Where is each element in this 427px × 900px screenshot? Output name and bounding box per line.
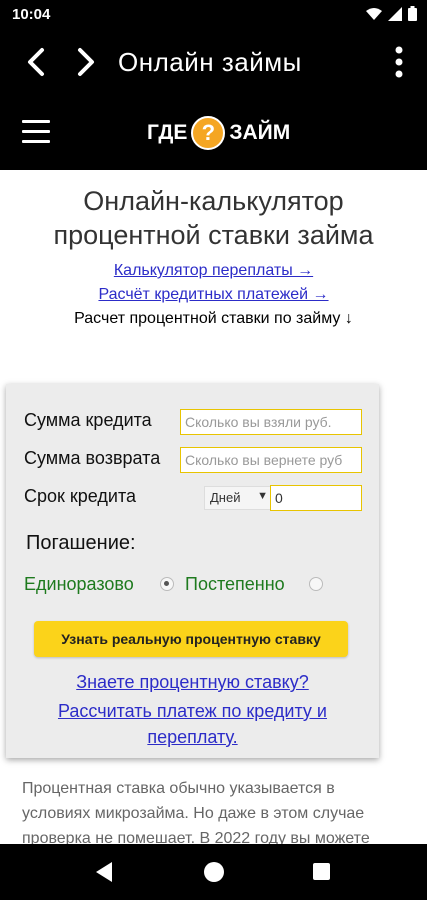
wifi-icon <box>366 7 382 20</box>
logo-text-right: ЗАЙМ <box>229 121 291 144</box>
site-header: ГДЕ ? ЗАЙМ <box>0 96 427 170</box>
app-title: Онлайн займы <box>118 47 302 77</box>
repayment-heading: Погашение: <box>26 532 136 554</box>
current-section-label: Расчет процентной ставки по займу ↓ <box>74 310 353 327</box>
option-gradual-label[interactable]: Постепенно <box>185 574 285 595</box>
status-bar: 10:04 <box>0 0 427 30</box>
forward-chevron-icon[interactable] <box>68 44 104 80</box>
page-content: Онлайн-калькулятор процентной ставки зай… <box>0 170 427 844</box>
back-chevron-icon[interactable] <box>18 44 54 80</box>
signal-icon <box>388 6 402 21</box>
dropdown-caret-icon: ▼ <box>257 490 268 502</box>
term-unit-value: Дней <box>210 490 241 505</box>
site-logo[interactable]: ГДЕ ? ЗАЙМ <box>147 115 290 151</box>
rate-calculator-form: Сумма кредита Сумма возврата Срок кредит… <box>6 384 379 758</box>
overpay-calculator-link[interactable]: Калькулятор переплаты → <box>114 262 313 279</box>
more-vert-icon[interactable] <box>389 42 409 82</box>
logo-coin-icon: ? <box>191 116 226 150</box>
menu-icon[interactable] <box>22 120 50 144</box>
loan-amount-label: Сумма кредита <box>24 410 152 430</box>
logo-text-left: ГДЕ <box>147 121 188 144</box>
system-nav-bar <box>0 844 427 900</box>
page-title-line1: Онлайн-калькулятор <box>83 186 344 216</box>
calculate-rate-button[interactable]: Узнать реальную процентную ставку <box>34 621 348 657</box>
page-title: Онлайн-калькулятор процентной ставки зай… <box>0 184 427 252</box>
calc-payment-link[interactable]: Рассчитать платеж по кредиту и переплату… <box>58 701 327 747</box>
loan-amount-input[interactable] <box>180 409 362 435</box>
battery-icon <box>408 6 417 21</box>
status-icons <box>366 6 417 21</box>
term-unit-select[interactable]: Дней ▼ <box>204 486 274 510</box>
nav-back-icon[interactable] <box>96 862 112 882</box>
page-title-line2: процентной ставки займа <box>53 220 374 250</box>
payments-calculator-link[interactable]: Расчёт кредитных платежей → <box>98 286 328 303</box>
radio-gradual[interactable] <box>309 577 323 591</box>
return-amount-input[interactable] <box>180 447 362 473</box>
option-once-label[interactable]: Единоразово <box>24 574 134 595</box>
return-amount-label: Сумма возврата <box>24 448 161 468</box>
term-label: Срок кредита <box>24 486 137 506</box>
status-time: 10:04 <box>12 6 51 23</box>
nav-home-icon[interactable] <box>204 862 224 882</box>
term-value-input[interactable] <box>270 485 362 511</box>
intro-paragraph: Процентная ставка обычно указывается в у… <box>22 780 370 844</box>
nav-recents-icon[interactable] <box>313 863 330 880</box>
know-rate-link[interactable]: Знаете процентную ставку? <box>76 672 309 692</box>
radio-once[interactable] <box>160 577 174 591</box>
app-bar: Онлайн займы <box>0 30 427 96</box>
